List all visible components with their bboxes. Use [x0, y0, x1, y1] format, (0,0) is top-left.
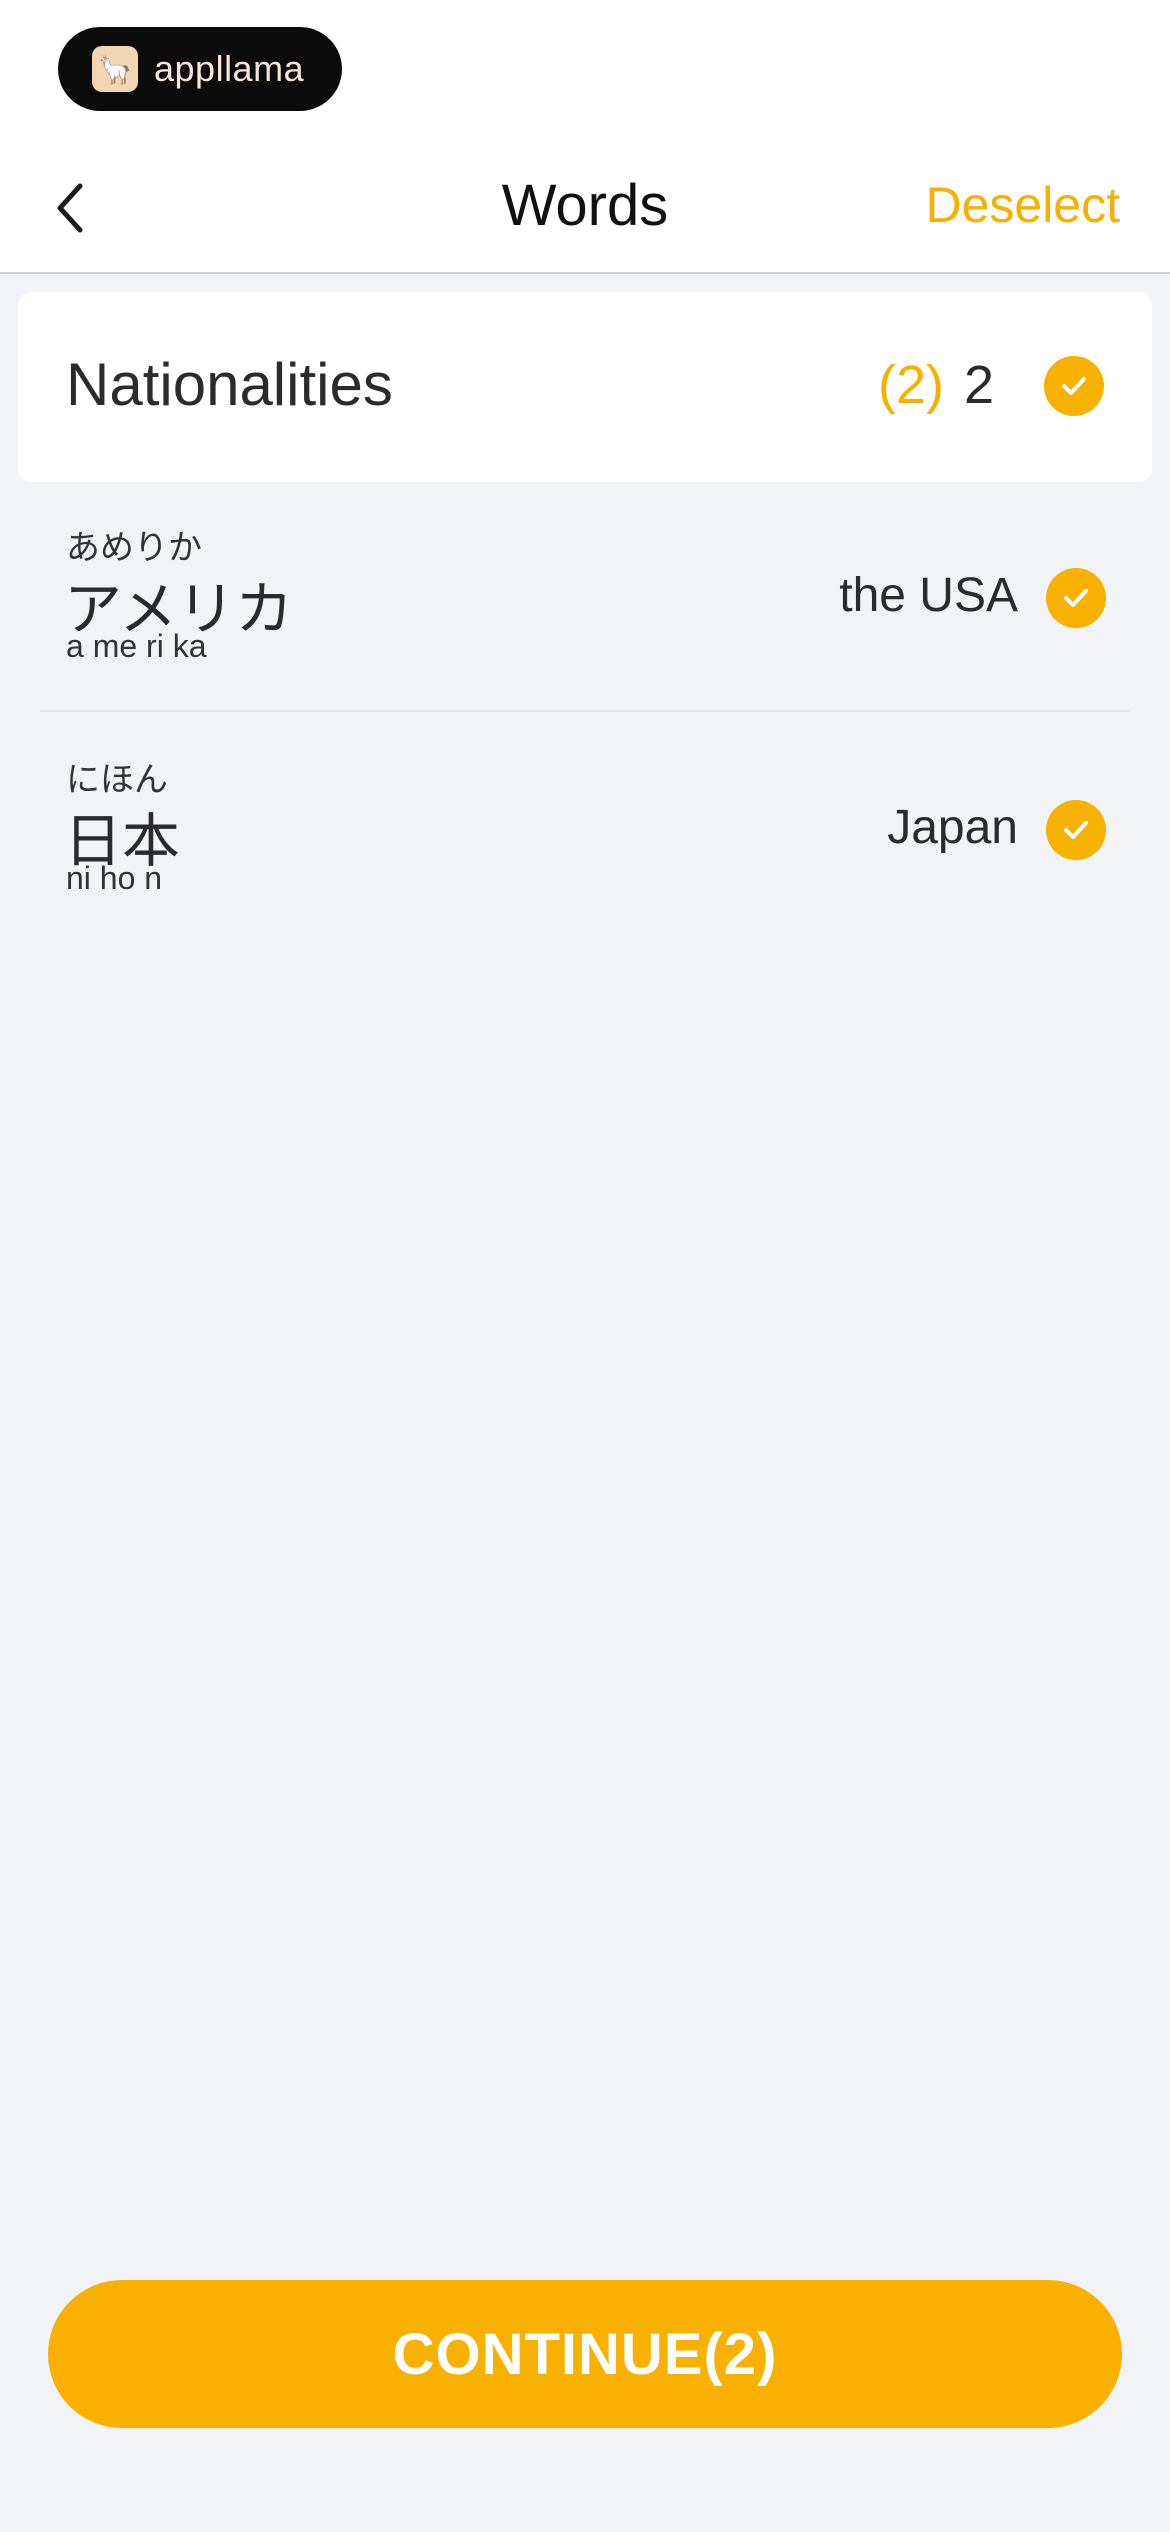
app-badge[interactable]: 🦙 appllama: [58, 27, 342, 111]
word-checkbox[interactable]: [1046, 568, 1106, 628]
top-bar: 🦙 appllama Words Deselect: [0, 0, 1170, 274]
word-checkbox[interactable]: [1046, 800, 1106, 860]
deselect-button[interactable]: Deselect: [925, 176, 1120, 234]
llama-icon: 🦙: [92, 46, 138, 92]
app-badge-label: appllama: [154, 48, 305, 89]
word-translation: Japan: [887, 801, 1018, 854]
category-card[interactable]: Nationalities (2) 2: [18, 292, 1152, 482]
header: Words Deselect: [0, 150, 1170, 260]
category-checkbox[interactable]: [1044, 356, 1104, 416]
word-row[interactable]: にほん 日本 ni ho n Japan: [40, 742, 1130, 942]
checkmark-icon: [1064, 821, 1088, 839]
checkmark-icon: [1062, 377, 1086, 395]
continue-button[interactable]: CONTINUE(2): [48, 2280, 1122, 2428]
selected-count: (2): [878, 355, 944, 415]
word-row[interactable]: あめりか アメリカ a me ri ka the USA: [40, 510, 1130, 712]
category-title: Nationalities: [66, 351, 393, 418]
word-translation: the USA: [839, 569, 1018, 622]
word-romaji: a me ri ka: [66, 628, 207, 664]
total-count: 2: [963, 355, 994, 415]
checkmark-icon: [1064, 589, 1088, 607]
word-romaji: ni ho n: [66, 860, 163, 896]
